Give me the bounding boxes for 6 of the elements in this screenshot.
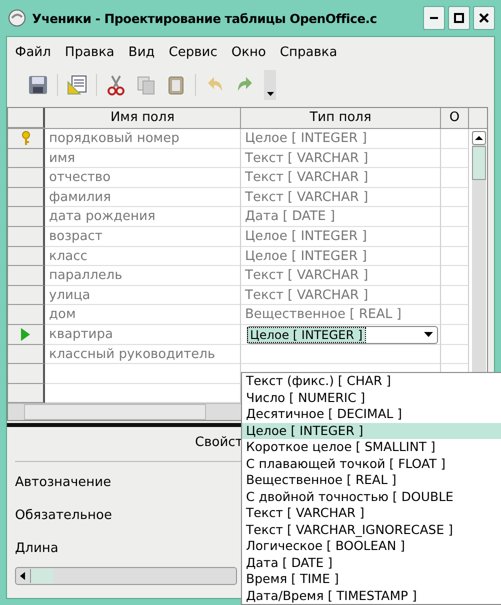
window-title: Ученики - Проектирование таблицы OpenOffice.c [32, 10, 378, 26]
property-label: Автозначение [15, 474, 112, 492]
property-label: Длина [15, 540, 58, 558]
combobox-value: Целое [ INTEGER ] [248, 328, 365, 342]
properties-heading: Свойст [195, 434, 243, 452]
property-label: Обязательное [15, 507, 112, 526]
